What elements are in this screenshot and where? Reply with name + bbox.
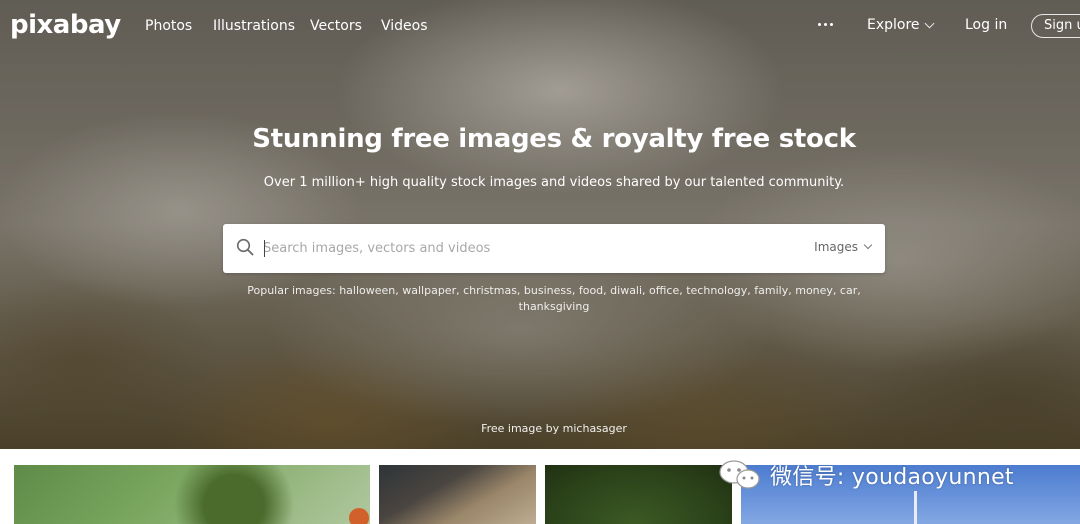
gallery-thumbnail[interactable]	[545, 465, 732, 524]
popular-label: Popular images:	[247, 284, 336, 297]
text-cursor	[264, 240, 265, 257]
gallery-thumbnail[interactable]	[379, 465, 536, 524]
nav-videos[interactable]: Videos	[381, 18, 428, 34]
login-link[interactable]: Log in	[965, 17, 1007, 33]
signup-button[interactable]: Sign up	[1031, 14, 1080, 38]
explore-label: Explore	[867, 17, 920, 33]
nav-photos[interactable]: Photos	[145, 18, 192, 34]
page-subheadline: Over 1 million+ high quality stock image…	[263, 175, 845, 190]
nav-illustrations[interactable]: Illustrations	[213, 18, 295, 34]
chevron-down-icon	[924, 18, 934, 28]
watermark-text: 微信号: youdaoyunnet	[770, 465, 1014, 490]
search-input[interactable]	[263, 236, 783, 260]
wechat-icon	[719, 460, 760, 489]
nav-vectors[interactable]: Vectors	[310, 18, 362, 34]
search-bar: Images	[223, 224, 885, 273]
pixabay-logo[interactable]: pixabay	[10, 10, 121, 40]
page-headline: Stunning free images & royalty free stoc…	[252, 124, 856, 154]
more-options-icon[interactable]	[818, 23, 833, 26]
search-icon[interactable]	[236, 238, 254, 256]
hero-banner: pixabay Photos Illustrations Vectors Vid…	[0, 0, 1080, 449]
popular-tag-list[interactable]: halloween, wallpaper, christmas, busines…	[339, 284, 861, 313]
image-credit[interactable]: Free image by michasager	[0, 422, 1080, 435]
wechat-watermark: 微信号: youdaoyunnet	[718, 458, 1014, 492]
popular-tags: Popular images: halloween, wallpaper, ch…	[230, 283, 878, 315]
explore-menu[interactable]: Explore	[867, 17, 934, 33]
media-type-select[interactable]: Images	[814, 240, 873, 254]
media-type-label: Images	[814, 240, 858, 254]
gallery-thumbnail[interactable]	[14, 465, 370, 524]
chevron-down-icon	[863, 240, 873, 250]
